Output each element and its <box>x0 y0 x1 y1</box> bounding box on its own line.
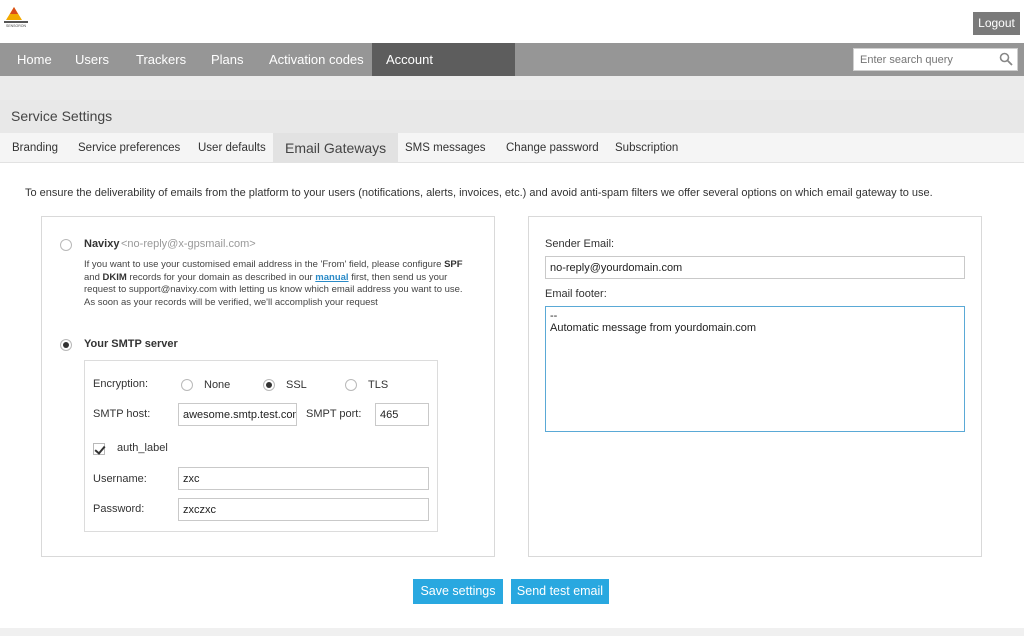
search-box <box>853 48 1018 71</box>
username-label: Username: <box>93 473 147 485</box>
username-input[interactable] <box>178 467 429 490</box>
navixy-option-description: If you want to use your customised email… <box>84 259 463 308</box>
main-nav: Home Users Trackers Plans Activation cod… <box>0 43 1024 100</box>
settings-tabs: Branding Service preferences User defaul… <box>0 133 1024 163</box>
encryption-label: Encryption: <box>93 378 149 390</box>
tab-service-preferences[interactable]: Service preferences <box>66 133 192 163</box>
email-footer-label: Email footer: <box>545 288 607 300</box>
auth-checkbox[interactable] <box>93 443 105 455</box>
logo-icon[interactable]: SENSORON <box>2 4 30 28</box>
navixy-radio[interactable] <box>60 239 72 251</box>
nav-item-users[interactable]: Users <box>61 43 123 76</box>
encryption-none-radio[interactable] <box>181 379 193 391</box>
encryption-none-label: None <box>204 379 231 391</box>
password-label: Password: <box>93 503 145 515</box>
manual-link[interactable]: manual <box>315 272 348 283</box>
encryption-ssl-radio[interactable] <box>263 379 275 391</box>
smtp-option-title: Your SMTP server <box>84 338 178 350</box>
footer-band <box>0 628 1024 636</box>
top-bar: SENSORON Logout <box>0 0 1024 43</box>
encryption-tls-radio[interactable] <box>345 379 357 391</box>
intro-text: To ensure the deliverability of emails f… <box>25 187 933 199</box>
password-input[interactable] <box>178 498 429 521</box>
tab-change-password[interactable]: Change password <box>494 133 611 163</box>
navixy-option-title: Navixy <box>84 238 120 250</box>
tab-email-gateways[interactable]: Email Gateways <box>273 133 399 163</box>
svg-text:SENSORON: SENSORON <box>6 24 27 28</box>
sender-email-input[interactable] <box>545 256 965 279</box>
tab-sms-messages[interactable]: SMS messages <box>393 133 498 163</box>
spacer-band <box>0 76 1024 100</box>
tab-user-defaults[interactable]: User defaults <box>186 133 278 163</box>
encryption-ssl-label: SSL <box>286 379 307 391</box>
send-test-email-button[interactable]: Send test email <box>511 579 609 604</box>
encryption-tls-label: TLS <box>368 379 389 391</box>
page-title: Service Settings <box>0 100 1024 133</box>
email-footer-textarea[interactable]: -- Automatic message from yourdomain.com <box>545 306 965 432</box>
search-input[interactable] <box>854 49 994 70</box>
smtp-host-label: SMTP host: <box>93 408 151 420</box>
nav-item-plans[interactable]: Plans <box>197 43 258 76</box>
nav-item-home[interactable]: Home <box>3 43 66 76</box>
smtp-radio[interactable] <box>60 339 72 351</box>
sender-email-label: Sender Email: <box>545 238 615 250</box>
smtp-port-input[interactable] <box>375 403 429 426</box>
tab-subscription[interactable]: Subscription <box>603 133 690 163</box>
smtp-port-label: SMPT port: <box>306 408 362 420</box>
navixy-option-email: <no-reply@x-gpsmail.com> <box>121 238 256 250</box>
search-icon[interactable] <box>999 52 1013 66</box>
logout-button[interactable]: Logout <box>973 12 1020 35</box>
nav-item-activation-codes[interactable]: Activation codes <box>255 43 378 76</box>
nav-item-account-management[interactable]: Account management <box>372 43 515 100</box>
dkim-text: DKIM <box>102 271 127 283</box>
save-settings-button[interactable]: Save settings <box>413 579 503 604</box>
tab-branding[interactable]: Branding <box>0 133 70 163</box>
smtp-host-input[interactable] <box>178 403 297 426</box>
spf-text: SPF <box>444 259 463 270</box>
nav-item-trackers[interactable]: Trackers <box>122 43 200 76</box>
auth-label: auth_label <box>117 442 168 454</box>
